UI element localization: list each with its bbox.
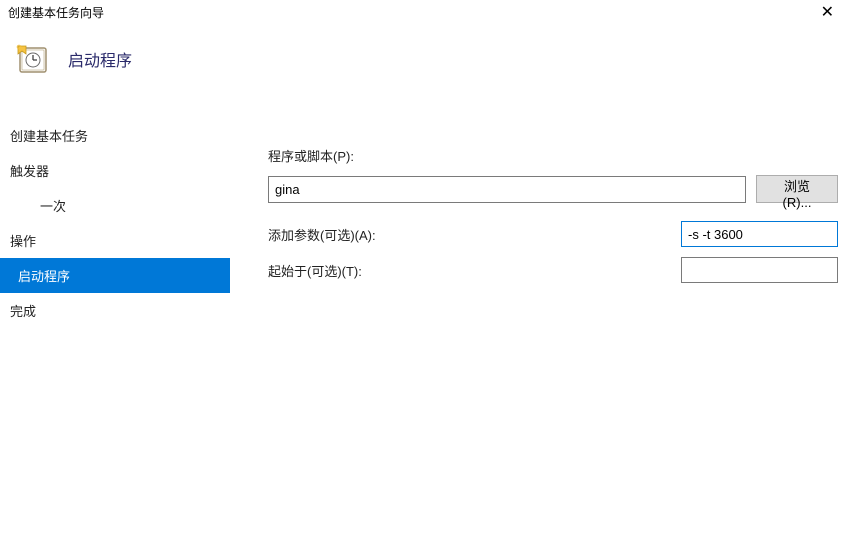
close-icon[interactable]: ✕ (815, 2, 840, 22)
start-in-row: 起始于(可选)(T): (230, 257, 838, 283)
arguments-label: 添加参数(可选)(A): (230, 225, 681, 244)
wizard-main: 程序或脚本(P): 浏览(R)... 添加参数(可选)(A): 起始于(可选)(… (230, 112, 848, 543)
wizard-sidebar: 创建基本任务 触发器 一次 操作 启动程序 完成 (0, 112, 230, 543)
page-title: 启动程序 (68, 47, 132, 71)
program-script-label: 程序或脚本(P): (230, 146, 838, 165)
start-in-label: 起始于(可选)(T): (230, 261, 681, 280)
sidebar-item-finish[interactable]: 完成 (0, 293, 230, 328)
sidebar-item-trigger[interactable]: 触发器 (0, 153, 230, 188)
titlebar: 创建基本任务向导 ✕ (0, 0, 848, 24)
browse-button[interactable]: 浏览(R)... (756, 175, 838, 203)
window-title: 创建基本任务向导 (8, 4, 104, 21)
program-input-row: 浏览(R)... (230, 175, 838, 203)
program-script-input[interactable] (268, 176, 746, 203)
sidebar-item-action[interactable]: 操作 (0, 223, 230, 258)
arguments-input[interactable] (681, 221, 838, 247)
arguments-row: 添加参数(可选)(A): (230, 221, 838, 247)
task-scheduler-icon (16, 42, 50, 76)
wizard-body: 创建基本任务 触发器 一次 操作 启动程序 完成 程序或脚本(P): 浏览(R)… (0, 112, 848, 543)
start-in-input[interactable] (681, 257, 838, 283)
wizard-header: 启动程序 (0, 24, 848, 112)
sidebar-item-start-program[interactable]: 启动程序 (0, 258, 230, 293)
sidebar-item-once[interactable]: 一次 (0, 188, 230, 223)
sidebar-item-create-task[interactable]: 创建基本任务 (0, 118, 230, 153)
